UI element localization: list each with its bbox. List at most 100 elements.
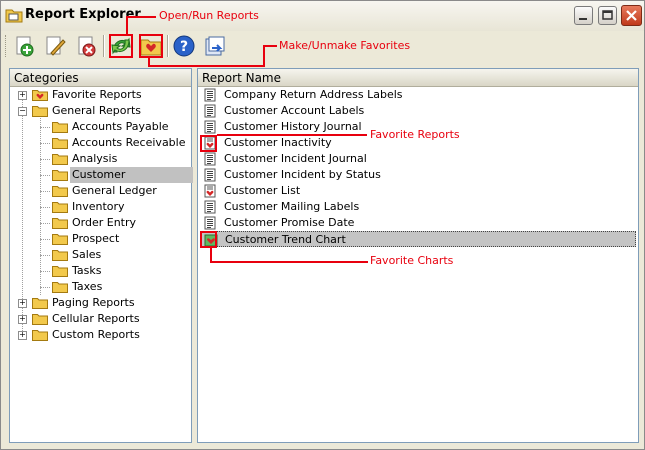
expand-icon[interactable]: + <box>18 331 27 340</box>
favorite-folder-icon <box>32 89 48 101</box>
tree-guide-line <box>40 127 50 128</box>
report-icon <box>203 120 217 134</box>
folder-icon <box>5 7 23 23</box>
expand-icon[interactable]: + <box>18 299 27 308</box>
tree-item[interactable]: Customer <box>10 167 193 183</box>
folder-icon <box>52 233 68 245</box>
tree-item[interactable]: + Custom Reports <box>10 327 191 343</box>
report-row[interactable]: Customer Trend Chart <box>200 231 636 247</box>
tree-item[interactable]: General Ledger <box>10 183 191 199</box>
report-row[interactable]: Customer List <box>200 183 450 199</box>
favorite-reports-annotation: Favorite Reports <box>370 128 460 141</box>
report-name: Customer Inactivity <box>224 136 332 149</box>
svg-text:?: ? <box>180 39 188 55</box>
report-name: Customer Promise Date <box>224 216 355 229</box>
tree-item[interactable]: − General Reports <box>10 103 191 119</box>
tree-item[interactable]: + Paging Reports <box>10 295 191 311</box>
open-run-highlight <box>109 34 133 58</box>
toolbar-grip[interactable] <box>5 35 9 57</box>
expand-icon[interactable]: + <box>18 91 27 100</box>
tree-item[interactable]: Prospect <box>10 231 191 247</box>
open-run-annotation: Open/Run Reports <box>159 9 259 22</box>
report-icon <box>203 104 217 118</box>
toolbar-separator <box>167 35 169 57</box>
folder-icon <box>52 217 68 229</box>
folder-icon <box>32 313 48 325</box>
delete-report-icon[interactable] <box>75 34 99 58</box>
report-name-header[interactable]: Report Name <box>198 69 638 87</box>
folder-icon <box>32 105 48 117</box>
tree-item[interactable]: Accounts Receivable <box>10 135 191 151</box>
report-row[interactable]: Customer Account Labels <box>200 103 450 119</box>
tree-guide-line <box>40 271 50 272</box>
minimize-button[interactable] <box>574 6 593 25</box>
tree-guide-line <box>40 223 50 224</box>
report-row[interactable]: Customer Incident Journal <box>200 151 450 167</box>
folder-icon <box>52 185 68 197</box>
tree-item-label: Favorite Reports <box>52 88 142 101</box>
tree-guide-line <box>40 143 50 144</box>
tree-guide-line <box>40 239 50 240</box>
folder-icon <box>52 169 68 181</box>
tree-item-label: Tasks <box>72 264 102 277</box>
tree-item-label: Prospect <box>72 232 120 245</box>
report-icon <box>203 216 217 230</box>
tree-item-label: Paging Reports <box>52 296 135 309</box>
tree-item[interactable]: Taxes <box>10 279 191 295</box>
tree-item[interactable]: + Favorite Reports <box>10 87 191 103</box>
tree-item-label: Accounts Payable <box>72 120 169 133</box>
tree-item[interactable]: Tasks <box>10 263 191 279</box>
folder-icon <box>52 249 68 261</box>
report-name: Customer History Journal <box>224 120 362 133</box>
tree-item-label: Taxes <box>72 280 103 293</box>
tree-guide-line <box>40 159 50 160</box>
report-row[interactable]: Company Return Address Labels <box>200 87 450 103</box>
folder-icon <box>52 153 68 165</box>
report-row[interactable]: Customer Mailing Labels <box>200 199 450 215</box>
report-row[interactable]: Customer Incident by Status <box>200 167 450 183</box>
window-title: Report Explorer <box>25 7 141 22</box>
edit-report-icon[interactable] <box>43 34 67 58</box>
tree-item[interactable]: Inventory <box>10 199 191 215</box>
tree-item[interactable]: + Cellular Reports <box>10 311 191 327</box>
collapse-icon[interactable]: − <box>18 107 27 116</box>
callout-line <box>217 134 367 136</box>
categories-header[interactable]: Categories <box>10 69 191 87</box>
tree-guide-line <box>40 207 50 208</box>
callout-line <box>148 65 263 67</box>
maximize-button[interactable] <box>598 6 617 25</box>
tree-item[interactable]: Accounts Payable <box>10 119 191 135</box>
favorite-report-icon <box>203 184 217 198</box>
report-row[interactable]: Customer Promise Date <box>200 215 450 231</box>
categories-panel[interactable]: Categories + Favorite Reports − General Rep… <box>9 68 193 443</box>
report-icon <box>203 88 217 102</box>
favorite-report-highlight <box>200 135 217 152</box>
report-name: Customer Trend Chart <box>225 233 346 246</box>
expand-icon[interactable]: + <box>18 315 27 324</box>
tree-guide-line <box>40 255 50 256</box>
title-bar[interactable]: Report Explorer <box>1 1 644 31</box>
tree-item-label: Cellular Reports <box>52 312 140 325</box>
folder-icon <box>52 121 68 133</box>
export-icon[interactable] <box>203 34 227 58</box>
folder-icon <box>52 265 68 277</box>
report-name: Company Return Address Labels <box>224 88 403 101</box>
close-button[interactable] <box>621 5 642 26</box>
tree-item[interactable]: Sales <box>10 247 191 263</box>
report-name: Customer Account Labels <box>224 104 365 117</box>
report-explorer-window: Report Explorer ? Categories + Favorite … <box>0 0 645 450</box>
folder-icon <box>52 137 68 149</box>
tree-guide-line <box>40 191 50 192</box>
report-icon <box>203 168 217 182</box>
tree-item-label: Analysis <box>72 152 118 165</box>
folder-icon <box>32 297 48 309</box>
tree-item-label: Inventory <box>72 200 125 213</box>
report-icon <box>203 152 217 166</box>
help-icon[interactable]: ? <box>172 34 196 58</box>
tree-item[interactable]: Analysis <box>10 151 191 167</box>
report-icon <box>203 200 217 214</box>
make-favorites-annotation: Make/Unmake Favorites <box>279 39 411 52</box>
tree-item[interactable]: Order Entry <box>10 215 191 231</box>
callout-line <box>126 16 156 18</box>
new-report-icon[interactable] <box>13 34 37 58</box>
